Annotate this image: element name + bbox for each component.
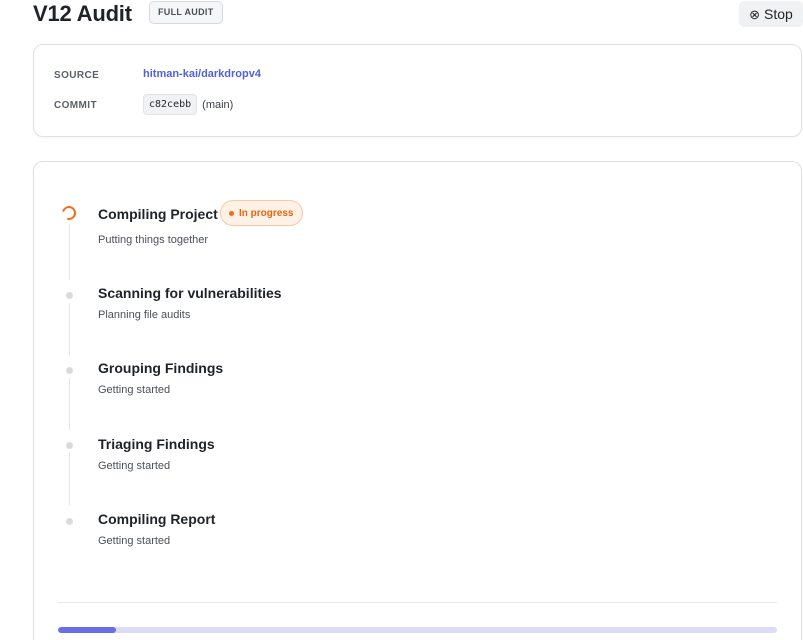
step-connector xyxy=(69,378,70,430)
step-connector xyxy=(69,224,70,280)
source-repo-link[interactable]: hitman-kai/darkdropv4 xyxy=(143,68,261,80)
status-badge-label: In progress xyxy=(239,207,294,219)
step-connector xyxy=(69,453,70,505)
step-subtitle: Getting started xyxy=(98,460,171,472)
commit-hash: c82cebb xyxy=(143,94,198,115)
step-title: Compiling Project xyxy=(98,206,218,222)
step-subtitle: Getting started xyxy=(98,535,171,547)
step-title: Grouping Findings xyxy=(98,360,224,376)
stop-button[interactable]: ⊗ Stop xyxy=(739,1,803,27)
step-marker xyxy=(59,203,79,223)
progress-bar xyxy=(58,627,777,633)
pending-dot-icon xyxy=(66,367,73,374)
stop-button-label: Stop xyxy=(764,6,793,22)
source-card: SOURCE hitman-kai/darkdropv4 COMMIT c82c… xyxy=(33,44,802,137)
step-subtitle: Putting things together xyxy=(98,234,209,246)
audit-page: V12 Audit FULL AUDIT ⊗ Stop SOURCE hitma… xyxy=(0,0,803,640)
page-title: V12 Audit xyxy=(33,1,132,26)
step-title: Triaging Findings xyxy=(98,436,215,452)
progress-card: Compiling Project In progress Putting th… xyxy=(33,161,802,640)
commit-label: COMMIT xyxy=(54,100,97,111)
commit-row: c82cebb (main) xyxy=(143,94,233,115)
step-subtitle: Planning file audits xyxy=(98,309,191,321)
step-subtitle: Getting started xyxy=(98,384,171,396)
step-marker xyxy=(62,363,76,377)
audit-type-badge: FULL AUDIT xyxy=(149,1,223,24)
commit-branch: (main) xyxy=(202,98,234,111)
pending-dot-icon xyxy=(66,518,73,525)
step-title: Scanning for vulnerabilities xyxy=(98,285,282,301)
step-marker xyxy=(62,514,76,528)
status-dot-icon xyxy=(229,210,234,216)
progress-bar-fill xyxy=(58,627,116,633)
step-marker xyxy=(62,288,76,302)
pending-dot-icon xyxy=(66,442,73,449)
source-label: SOURCE xyxy=(54,70,100,81)
status-badge: In progress xyxy=(220,200,304,226)
page-header: V12 Audit FULL AUDIT ⊗ Stop xyxy=(33,0,803,28)
step-title: Compiling Report xyxy=(98,511,216,527)
divider xyxy=(58,602,777,603)
spinner-icon xyxy=(59,203,79,223)
circle-x-icon: ⊗ xyxy=(749,6,761,22)
pending-dot-icon xyxy=(66,292,73,299)
step-marker xyxy=(62,438,76,452)
step-connector xyxy=(69,303,70,355)
